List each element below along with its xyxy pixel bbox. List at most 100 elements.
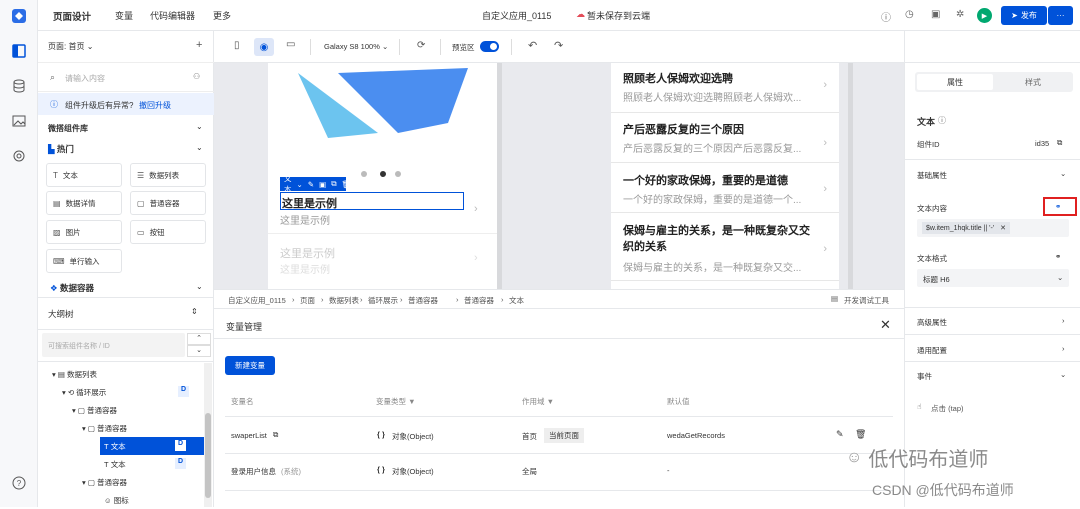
advanced-props-section[interactable]: 高级属性 xyxy=(917,317,947,328)
preview-toggle[interactable] xyxy=(480,41,499,52)
close-tag-icon[interactable]: ✕ xyxy=(1000,224,1006,232)
collapse-library-icon[interactable]: ⌄ xyxy=(196,122,203,131)
selected-text-outline[interactable]: 这里是示例 xyxy=(280,192,464,210)
list-item[interactable]: 保姆与雇主的关系，是一种既复杂又交织的关系 保姆与雇主的关系，是一种既复杂又交.… xyxy=(611,213,839,281)
comp-input[interactable]: ⌨ 单行输入 xyxy=(46,249,122,273)
refresh-icon[interactable]: ⟳ xyxy=(417,40,425,51)
text-content-binding[interactable]: $w.item_1hqk.title || '-' ✕ xyxy=(917,219,1069,237)
swiper-dot-active[interactable] xyxy=(380,171,386,177)
sample-subtitle[interactable]: 这里是示例 xyxy=(280,212,330,227)
collapse-data-icon[interactable]: ⌄ xyxy=(196,282,203,291)
link-icon[interactable]: ⚭ xyxy=(1055,252,1061,261)
chevron-right-icon[interactable]: › xyxy=(1062,316,1065,325)
trash-icon[interactable]: 🗑 xyxy=(855,429,866,440)
undo-icon[interactable]: ↶ xyxy=(528,39,537,52)
canvas-scrollbar-right[interactable] xyxy=(848,63,853,289)
tree-node-text-selected[interactable]: T 文本 D xyxy=(100,437,204,455)
tree-node-datalist[interactable]: ▾ ▤ 数据列表 xyxy=(52,365,218,383)
copy-icon[interactable]: ⧉ xyxy=(273,430,278,440)
breadcrumb-item[interactable]: 普通容器 xyxy=(408,295,438,306)
search-input[interactable]: 请输入内容 xyxy=(65,73,105,84)
settings-icon[interactable] xyxy=(11,148,27,164)
comp-data-detail[interactable]: ▤ 数据详情 xyxy=(46,191,122,215)
hot-group[interactable]: ▙ 热门 xyxy=(48,143,74,155)
breadcrumb-item[interactable]: 自定义应用_0115 xyxy=(228,295,286,306)
selection-toolbar[interactable]: 文本 ⌄ ✎ ▣ ⧉ 🗑 xyxy=(280,174,351,194)
text-format-select[interactable]: 标题 H6 ⌄ xyxy=(917,269,1069,287)
scrollbar-thumb[interactable] xyxy=(205,413,211,498)
list-item[interactable]: 一个好的家政保姆，重要的是道德 一个好的家政保姆，重要的是道德一个... › xyxy=(611,163,839,213)
sample-title[interactable]: 这里是示例 xyxy=(282,195,337,211)
adaptive-icon[interactable]: ◉ xyxy=(254,38,274,56)
list-item[interactable]: 产后恶露反复的三个原因 产后恶露反复的三个原因产后恶露反复... › xyxy=(611,113,839,163)
page-select[interactable]: 页面: 首页 ⌄ xyxy=(48,41,93,52)
edit-icon[interactable]: ✎ xyxy=(308,180,314,189)
table-row[interactable]: 登录用户信息 (系统) { } 对象(Object) 全局 - xyxy=(225,454,893,490)
close-icon[interactable]: ✕ xyxy=(880,317,891,333)
collapse-hot-icon[interactable]: ⌄ xyxy=(196,143,203,152)
help-circle-icon[interactable]: ⓘ xyxy=(881,9,891,24)
table-row[interactable]: swaperList ⧉ { } 对象(Object) 首页 当前页面 weda… xyxy=(225,417,893,453)
more-actions-button[interactable]: ··· xyxy=(1048,6,1073,25)
new-variable-button[interactable]: 新建变量 xyxy=(225,356,275,375)
expand-all-icon[interactable]: ⌃ xyxy=(187,333,211,345)
database-icon[interactable] xyxy=(11,78,27,94)
component-tree-icon[interactable]: ⚇ xyxy=(193,72,200,81)
copy-icon[interactable]: ⧉ xyxy=(331,179,336,189)
chevron-down-icon[interactable]: ⌄ xyxy=(1060,169,1066,178)
gear-icon[interactable]: ✲ xyxy=(956,9,964,20)
revert-upgrade-link[interactable]: 撤回升级 xyxy=(139,100,171,111)
event-tap[interactable]: 点击 (tap) xyxy=(931,403,964,414)
delete-icon[interactable]: 🗑 xyxy=(342,180,352,189)
col-type[interactable]: 变量类型 ▼ xyxy=(376,396,416,407)
basic-props-section[interactable]: 基础属性 xyxy=(917,170,947,181)
help-icon[interactable]: ? xyxy=(11,475,27,491)
chevron-right-icon[interactable]: › xyxy=(1062,344,1065,353)
list-item[interactable]: 照顾老人保姆欢迎选聘 照顾老人保姆欢迎选聘照顾老人保姆欢... › xyxy=(611,63,839,113)
nav-variables[interactable]: 变量 xyxy=(115,9,133,22)
comp-button[interactable]: ▭ 按钮 xyxy=(130,220,206,244)
image-icon[interactable] xyxy=(11,113,27,129)
comp-container[interactable]: ▢ 普通容器 xyxy=(130,191,206,215)
comp-text[interactable]: T 文本 xyxy=(46,163,122,187)
play-icon[interactable]: ▶ xyxy=(977,8,992,23)
breadcrumb-item[interactable]: 页面 xyxy=(300,295,315,306)
mobile-icon[interactable]: ▯ xyxy=(234,40,240,51)
desktop-icon[interactable]: ▭ xyxy=(286,39,295,50)
swiper-dot[interactable] xyxy=(395,171,401,177)
copy-icon[interactable]: ⧉ xyxy=(1057,138,1062,148)
device-select[interactable]: Galaxy S8 100% ⌄ xyxy=(324,42,388,51)
outline-scrollbar[interactable] xyxy=(204,363,212,507)
save-icon[interactable]: ▣ xyxy=(319,180,326,189)
add-page-icon[interactable]: + xyxy=(196,39,202,51)
breadcrumb-item[interactable]: 数据列表 xyxy=(329,295,359,306)
tab-styles[interactable]: 样式 xyxy=(995,74,1071,90)
breadcrumb-item[interactable]: 普通容器 xyxy=(464,295,494,306)
component-search[interactable]: ⌕ 请输入内容 ⚇ xyxy=(38,62,214,92)
dev-tools-link[interactable]: 开发调试工具 xyxy=(844,295,889,306)
canvas-scrollbar-left[interactable] xyxy=(497,63,502,289)
breadcrumb-item[interactable]: 文本 xyxy=(509,295,524,306)
history-icon[interactable]: ◷ xyxy=(905,9,914,20)
publish-button[interactable]: ➤ 发布 xyxy=(1001,6,1047,25)
breadcrumb-item[interactable]: 循环展示 xyxy=(368,295,398,306)
info-icon[interactable]: ⓘ xyxy=(938,115,946,126)
comp-data-list[interactable]: ☰ 数据列表 xyxy=(130,163,206,187)
data-container-group[interactable]: ❖ 数据容器 xyxy=(50,282,94,294)
swiper-dot[interactable] xyxy=(361,171,367,177)
collapse-all-icon[interactable]: ⌄ xyxy=(187,345,211,357)
edit-icon[interactable]: ✎ xyxy=(836,429,844,440)
nav-more[interactable]: 更多 xyxy=(213,9,231,22)
tab-properties[interactable]: 属性 xyxy=(917,74,993,90)
save-icon[interactable]: ▣ xyxy=(931,9,940,20)
comp-image[interactable]: ▨ 图片 xyxy=(46,220,122,244)
redo-icon[interactable]: ↷ xyxy=(554,39,563,52)
outline-toggle-icon[interactable]: ⇕ xyxy=(191,307,198,316)
nav-code-editor[interactable]: 代码编辑器 xyxy=(150,9,195,22)
chevron-down-icon[interactable]: ⌄ xyxy=(1060,370,1066,379)
col-scope[interactable]: 作用域 ▼ xyxy=(522,396,554,407)
link-icon[interactable]: ⚭ xyxy=(1055,202,1061,211)
outline-search-field[interactable]: 可搜索组件名称 / ID xyxy=(42,333,185,357)
dev-tools-icon[interactable]: ▤ xyxy=(831,294,838,303)
common-config-section[interactable]: 通用配置 xyxy=(917,345,947,356)
